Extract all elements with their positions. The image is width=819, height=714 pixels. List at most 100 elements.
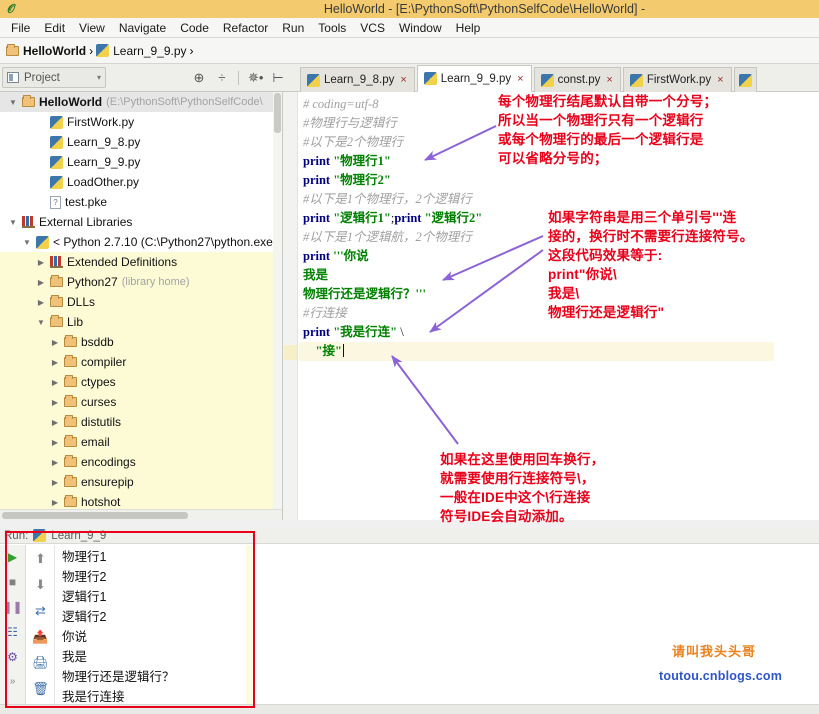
- menu-item-code[interactable]: Code: [173, 20, 216, 36]
- code-line[interactable]: print "物理行2": [299, 171, 819, 190]
- chevron-down-icon[interactable]: ▼: [22, 238, 32, 247]
- code-string: "物理行1": [330, 154, 391, 168]
- tree-vertical-scrollbar[interactable]: [273, 92, 282, 509]
- menu-item-view[interactable]: View: [72, 20, 112, 36]
- code-line[interactable]: #以下是1个物理行，2个逻辑行: [299, 190, 819, 209]
- tree-item-encodings[interactable]: ▶ encodings: [0, 452, 282, 472]
- run-left-toolbar: ▶ ■ ❚❚ ☷ ⚙ »: [0, 545, 26, 714]
- code-line[interactable]: print "我是行连" \: [299, 323, 819, 342]
- tree-item-email[interactable]: ▶ email: [0, 432, 282, 452]
- collapse-all-icon[interactable]: ÷: [215, 69, 229, 87]
- code-comment: #以下是2个物理行: [303, 135, 404, 149]
- tab-firstwork[interactable]: FirstWork.py ×: [622, 67, 732, 92]
- menu-item-window[interactable]: Window: [392, 20, 449, 36]
- chevron-down-icon[interactable]: ▼: [8, 98, 18, 107]
- menu-item-help[interactable]: Help: [449, 20, 488, 36]
- up-arrow-icon[interactable]: ⬆: [32, 551, 50, 567]
- chevron-down-icon[interactable]: ▼: [36, 318, 46, 327]
- tree-item-curses[interactable]: ▶ curses: [0, 392, 282, 412]
- tree-item-ctypes[interactable]: ▶ ctypes: [0, 372, 282, 392]
- menu-item-refactor[interactable]: Refactor: [216, 20, 275, 36]
- menu-item-vcs[interactable]: VCS: [353, 20, 392, 36]
- python-file-icon: [629, 73, 643, 87]
- tree-item-learn-9-9-py[interactable]: Learn_9_9.py: [0, 152, 282, 172]
- close-icon[interactable]: ×: [517, 73, 523, 85]
- code-keyword: print: [394, 211, 422, 225]
- tree-item-learn-9-8-py[interactable]: Learn_9_8.py: [0, 132, 282, 152]
- chevron-right-icon[interactable]: ▶: [50, 358, 60, 367]
- tab-const[interactable]: const.py ×: [533, 67, 621, 92]
- tree-item-firstwork-py[interactable]: FirstWork.py: [0, 112, 282, 132]
- editor-gutter[interactable]: [284, 92, 298, 520]
- soft-wrap-icon[interactable]: ⇄: [32, 603, 50, 619]
- project-tree[interactable]: ▼ HelloWorld (E:\PythonSoft\PythonSelfCode…: [0, 92, 283, 520]
- tab-learn-9-9[interactable]: Learn_9_9.py ×: [416, 65, 532, 92]
- menu-item-edit[interactable]: Edit: [37, 20, 72, 36]
- tree-horizontal-scrollbar[interactable]: [0, 509, 282, 520]
- scrollbar-thumb[interactable]: [2, 512, 188, 519]
- menu-item-run[interactable]: Run: [275, 20, 311, 36]
- project-tool-button[interactable]: Project ▾: [2, 67, 106, 88]
- breadcrumb-item-project[interactable]: HelloWorld: [6, 43, 86, 58]
- settings-gear-icon[interactable]: ✵•: [248, 69, 263, 87]
- print-icon[interactable]: 🖨: [32, 655, 50, 671]
- chevron-right-icon[interactable]: ▶: [50, 338, 60, 347]
- settings-icon[interactable]: ⚙: [5, 649, 21, 664]
- rerun-icon[interactable]: ☷: [5, 624, 21, 639]
- tree-item-dlls[interactable]: ▶ DLLs: [0, 292, 282, 312]
- chevron-right-icon[interactable]: ▶: [36, 258, 46, 267]
- close-icon[interactable]: ×: [400, 74, 406, 86]
- hide-icon[interactable]: ⊢: [271, 69, 285, 87]
- folder-icon: [64, 395, 77, 407]
- tab-overflow[interactable]: [733, 67, 757, 92]
- toolbar-divider: [238, 71, 239, 85]
- tree-item-python27[interactable]: ▶ Python27 (library home): [0, 272, 282, 292]
- chevron-right-icon[interactable]: ▶: [50, 398, 60, 407]
- code-line[interactable]: "接": [299, 342, 774, 361]
- trash-icon[interactable]: 🗑: [32, 681, 50, 697]
- chevron-right-icon[interactable]: ▶: [50, 478, 60, 487]
- tree-item-external-libraries[interactable]: ▼ External Libraries: [0, 212, 282, 232]
- close-icon[interactable]: ×: [717, 74, 723, 86]
- console-scrollbar[interactable]: [246, 545, 254, 714]
- tree-item-loadother-py[interactable]: LoadOther.py: [0, 172, 282, 192]
- chevron-right-icon[interactable]: ▶: [50, 438, 60, 447]
- menu-item-tools[interactable]: Tools: [311, 20, 353, 36]
- annotation-note-1: 每个物理行结尾默认自带一个分号； 所以当一个物理行只有一个逻辑行 或每个物理行的…: [498, 94, 718, 166]
- tree-item-helloworld[interactable]: ▼ HelloWorld (E:\PythonSoft\PythonSelfCode…: [0, 92, 282, 112]
- pause-icon[interactable]: ❚❚: [2, 599, 22, 614]
- tree-item-compiler[interactable]: ▶ compiler: [0, 352, 282, 372]
- annotation-note-2: 如果字符串是用三个单引号'''连 接的，换行时不需要行连接符号。 这段代码效果等…: [548, 210, 754, 320]
- stop-icon[interactable]: ■: [5, 574, 21, 589]
- chevron-right-icon[interactable]: ▶: [36, 278, 46, 287]
- down-arrow-icon[interactable]: ⬇: [32, 577, 50, 593]
- tree-item-label: bsddb: [81, 335, 114, 349]
- chevron-right-icon[interactable]: ▶: [50, 418, 60, 427]
- scrollbar-thumb[interactable]: [274, 93, 281, 133]
- export-icon[interactable]: 📤: [32, 629, 50, 645]
- run-console-output[interactable]: 物理行1 物理行2 逻辑行1 逻辑行2 你说 我是 物理行还是逻辑行？ 我是行连接: [56, 545, 256, 714]
- tree-item-extended-definitions[interactable]: ▶ Extended Definitions: [0, 252, 282, 272]
- tree-item--python-2-7-10-c-python27-python-exe[interactable]: ▼ < Python 2.7.10 (C:\Python27\python.exe: [0, 232, 282, 252]
- chevron-down-icon[interactable]: ▼: [8, 218, 18, 227]
- tree-item-distutils[interactable]: ▶ distutils: [0, 412, 282, 432]
- chevron-right-icon[interactable]: ▶: [50, 498, 60, 507]
- tree-item-bsddb[interactable]: ▶ bsddb: [0, 332, 282, 352]
- code-string: "逻辑行1": [330, 211, 391, 225]
- tab-learn-9-8[interactable]: Learn_9_8.py ×: [300, 67, 415, 92]
- tree-item-test-pke[interactable]: ? test.pke: [0, 192, 282, 212]
- chevron-right-icon[interactable]: ▶: [50, 378, 60, 387]
- tree-item-ensurepip[interactable]: ▶ ensurepip: [0, 472, 282, 492]
- tree-item-lib[interactable]: ▼ Lib: [0, 312, 282, 332]
- close-icon[interactable]: ×: [606, 74, 612, 86]
- run-icon[interactable]: ▶: [5, 549, 21, 564]
- chevron-right-icon[interactable]: ▶: [36, 298, 46, 307]
- chevron-right-icon[interactable]: ▶: [50, 458, 60, 467]
- menu-item-file[interactable]: File: [4, 20, 37, 36]
- expand-icon[interactable]: »: [5, 674, 21, 689]
- code-keyword: print: [303, 249, 331, 263]
- code-string: 我是: [303, 268, 329, 282]
- menu-item-navigate[interactable]: Navigate: [112, 20, 173, 36]
- target-icon[interactable]: ⊕: [192, 69, 206, 87]
- breadcrumb-item-file[interactable]: Learn_9_9.py: [96, 44, 187, 58]
